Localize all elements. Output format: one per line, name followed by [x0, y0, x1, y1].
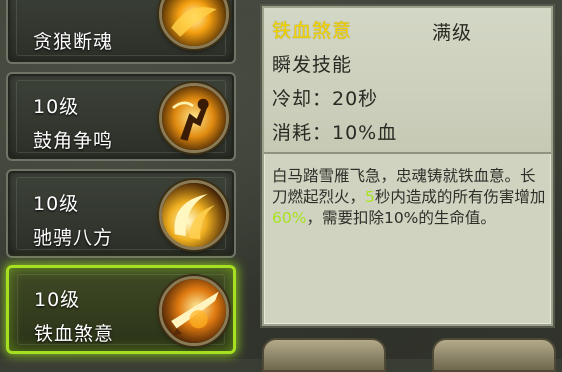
skill-level: 10级 [34, 289, 81, 311]
warrior-horn-icon [159, 83, 229, 153]
skill-name: 驰骋八方 [33, 227, 114, 249]
detail-cost: 消耗：10%血 [272, 122, 398, 144]
detail-skill-title: 铁血煞意 [272, 20, 353, 42]
skill-level: 10级 [33, 193, 80, 215]
detail-max-level: 满级 [432, 22, 473, 44]
desc-percent: 60% [272, 209, 307, 227]
blood-blade-icon [159, 276, 229, 346]
detail-skill-type: 瞬发技能 [272, 54, 353, 76]
detail-header: 铁血煞意 满级 瞬发技能 冷却：20秒 消耗：10%血 [264, 8, 551, 154]
bottom-tab-right[interactable] [432, 338, 556, 372]
flame-swirl-icon [159, 0, 229, 49]
skill-name: 铁血煞意 [34, 323, 115, 345]
crescent-slash-icon [159, 180, 229, 250]
skill-card-chicheng[interactable]: 10级 驰骋八方 [6, 169, 236, 258]
skill-detail-panel: 铁血煞意 满级 瞬发技能 冷却：20秒 消耗：10%血 白马踏雪雁飞急，忠魂铸就… [262, 6, 553, 326]
skill-card-guzhuo[interactable]: 10级 鼓角争鸣 [6, 72, 236, 161]
skill-card-tanlang[interactable]: 贪狼断魂 [6, 0, 236, 64]
bottom-tab-left[interactable] [262, 338, 386, 372]
desc-part-3: ，需要扣除10%的生命值。 [306, 209, 496, 227]
skill-list: 贪狼断魂 10级 鼓角争鸣 10级 驰骋八方 10级 铁血煞意 [0, 0, 250, 359]
skill-level: 10级 [33, 96, 80, 118]
skill-card-tiexue[interactable]: 10级 铁血煞意 [6, 265, 236, 354]
bottom-tab-strip [262, 338, 562, 372]
desc-part-2: 秒内造成的所有伤害增加 [374, 188, 546, 206]
detail-cooldown: 冷却：20秒 [272, 88, 379, 110]
skill-name: 贪狼断魂 [33, 31, 114, 53]
detail-description: 白马踏雪雁飞急，忠魂铸就铁血意。长刀燃起烈火，5秒内造成的所有伤害增加60%，需… [272, 166, 548, 229]
skill-name: 鼓角争鸣 [33, 130, 114, 152]
desc-seconds: 5 [365, 188, 375, 206]
